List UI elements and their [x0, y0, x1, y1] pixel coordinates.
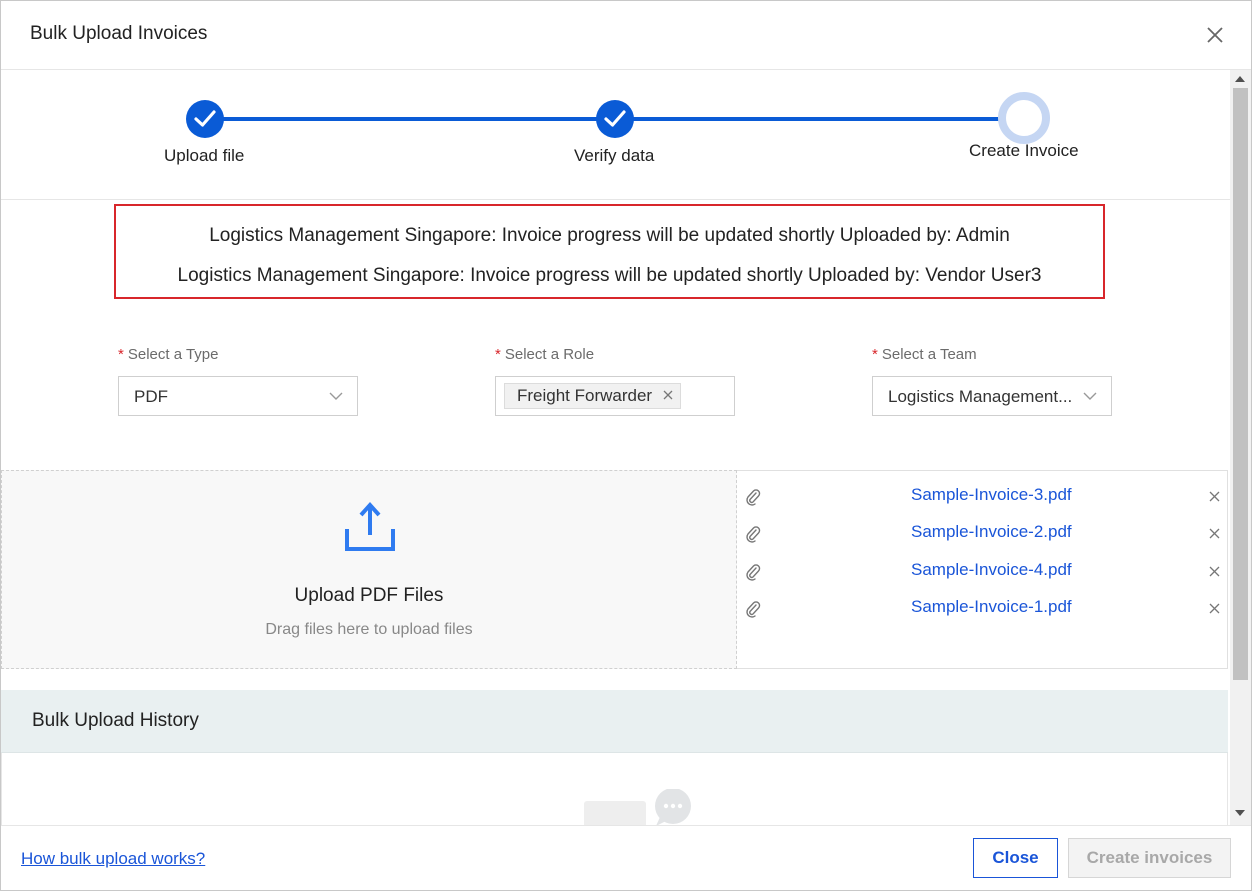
upload-icon	[345, 502, 395, 551]
step-label-upload-file: Upload file	[164, 146, 245, 165]
type-field-label: * Select a Type	[118, 346, 218, 363]
vertical-scrollbar[interactable]	[1230, 70, 1251, 825]
chat-bubble-icon	[584, 789, 691, 825]
step-connector	[633, 117, 1007, 121]
check-icon	[604, 110, 626, 127]
remove-file-icon[interactable]	[1209, 528, 1220, 539]
role-select[interactable]: Freight Forwarder	[495, 376, 735, 416]
remove-file-icon[interactable]	[1209, 491, 1220, 502]
upload-dropzone[interactable]: Upload PDF Files Drag files here to uplo…	[1, 470, 737, 669]
file-link[interactable]: Sample-Invoice-3.pdf	[911, 485, 1072, 505]
required-asterisk: *	[118, 346, 124, 363]
remove-file-icon[interactable]	[1209, 603, 1220, 614]
remove-tag-icon[interactable]	[662, 389, 674, 401]
step-label-verify-data: Verify data	[574, 146, 655, 165]
notice-line: Logistics Management Singapore: Invoice …	[209, 225, 1010, 246]
type-select[interactable]: PDF	[118, 376, 358, 416]
file-row: Sample-Invoice-3.pdf	[737, 485, 1228, 509]
team-field-label: * Select a Team	[872, 346, 977, 363]
modal-body[interactable]: Upload file Verify data Create Invoice L…	[1, 70, 1230, 825]
role-tag: Freight Forwarder	[504, 383, 682, 409]
paperclip-icon	[746, 601, 761, 618]
file-link[interactable]: Sample-Invoice-2.pdf	[911, 522, 1072, 542]
paperclip-icon	[746, 489, 761, 506]
remove-file-icon[interactable]	[1209, 566, 1220, 577]
file-link[interactable]: Sample-Invoice-4.pdf	[911, 560, 1072, 580]
notice-line: Logistics Management Singapore: Invoice …	[177, 265, 1042, 286]
paperclip-icon	[746, 526, 761, 543]
chevron-down-icon	[1083, 392, 1097, 400]
file-row: Sample-Invoice-1.pdf	[737, 597, 1228, 621]
step-verify-data-check	[596, 100, 634, 138]
team-label-text: Select a Team	[881, 346, 977, 363]
team-select[interactable]: Logistics Management...	[872, 376, 1112, 416]
bulk-upload-modal: Bulk Upload Invoices Upload file Verify …	[0, 0, 1252, 891]
file-row: Sample-Invoice-4.pdf	[737, 560, 1228, 584]
scrollbar-thumb[interactable]	[1233, 88, 1248, 680]
paperclip-icon	[746, 564, 761, 581]
file-link[interactable]: Sample-Invoice-1.pdf	[911, 597, 1072, 617]
file-row: Sample-Invoice-2.pdf	[737, 522, 1228, 546]
bulk-upload-history-header: Bulk Upload History	[1, 690, 1228, 753]
history-empty-state	[1, 753, 1228, 825]
step-label-create-invoice: Create Invoice	[969, 141, 1079, 160]
modal-header: Bulk Upload Invoices	[1, 1, 1251, 70]
check-icon	[194, 110, 216, 127]
step-current-dot	[1012, 106, 1036, 130]
scroll-down-arrow-icon[interactable]	[1235, 810, 1245, 816]
step-upload-file-check	[186, 100, 224, 138]
type-label-text: Select a Type	[127, 346, 219, 363]
role-field-label: * Select a Role	[495, 346, 594, 363]
create-invoices-button[interactable]: Create invoices	[1068, 838, 1231, 878]
role-tag-text: Freight Forwarder	[517, 386, 653, 405]
role-label-text: Select a Role	[504, 346, 595, 363]
team-select-value: Logistics Management...	[888, 387, 1073, 406]
how-bulk-upload-works-link[interactable]: How bulk upload works?	[21, 849, 205, 869]
scroll-up-arrow-icon[interactable]	[1235, 76, 1245, 82]
history-title: Bulk Upload History	[32, 710, 199, 731]
stepper: Upload file Verify data Create Invoice	[1, 70, 1230, 200]
dropzone-subtitle: Drag files here to upload files	[265, 621, 473, 638]
close-button[interactable]: Close	[973, 838, 1058, 878]
upload-notice-box: Logistics Management Singapore: Invoice …	[114, 204, 1105, 299]
chevron-down-icon	[329, 392, 343, 400]
step-create-invoice-current	[998, 92, 1050, 144]
close-icon[interactable]	[1203, 23, 1227, 47]
dropzone-title: Upload PDF Files	[294, 585, 444, 606]
step-connector	[223, 117, 597, 121]
required-asterisk: *	[495, 346, 501, 363]
type-select-value: PDF	[134, 387, 168, 406]
uploaded-file-list: Sample-Invoice-3.pdf Sample-Invoice-2.pd…	[737, 470, 1228, 669]
modal-footer: How bulk upload works? Close Create invo…	[1, 825, 1251, 890]
required-asterisk: *	[872, 346, 878, 363]
modal-title: Bulk Upload Invoices	[30, 23, 208, 44]
